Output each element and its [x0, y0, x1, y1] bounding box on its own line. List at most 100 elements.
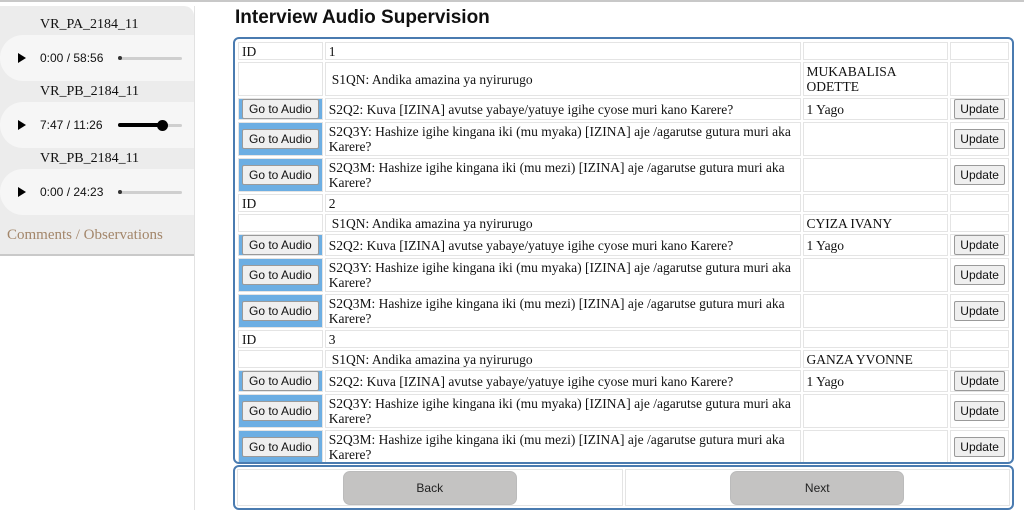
- empty-cell: [950, 214, 1009, 232]
- sidebar: VR_PA_2184_11 0:00 / 58:56 VR_PB_2184_11…: [0, 6, 195, 510]
- play-icon[interactable]: [18, 187, 26, 197]
- audio-item: VR_PB_2184_11 7:47 / 11:26: [0, 83, 194, 148]
- audio-seek-slider[interactable]: [118, 189, 182, 194]
- comments-observations-link[interactable]: Comments / Observations: [0, 227, 194, 244]
- audio-player[interactable]: 0:00 / 24:23: [0, 169, 194, 215]
- audio-time: 7:47 / 11:26: [40, 118, 103, 132]
- audio-title: VR_PA_2184_11: [40, 17, 139, 32]
- update-cell: Update: [950, 234, 1009, 256]
- empty-cell: [802, 42, 949, 60]
- answer-text: [802, 122, 949, 156]
- update-button[interactable]: Update: [954, 371, 1005, 391]
- update-button[interactable]: Update: [954, 129, 1005, 149]
- seek-dot[interactable]: [118, 189, 122, 194]
- audio-seek-slider[interactable]: [118, 55, 182, 60]
- audio-title: VR_PB_2184_11: [40, 84, 140, 99]
- table-row: Go to Audio S2Q2: Kuva [IZINA] avutse yab…: [238, 98, 1009, 120]
- seek-dot[interactable]: [118, 55, 122, 60]
- update-button[interactable]: Update: [954, 165, 1005, 185]
- go-to-audio-button[interactable]: Go to Audio: [242, 235, 319, 255]
- play-icon[interactable]: [18, 120, 26, 130]
- update-cell: Update: [950, 122, 1009, 156]
- question-text: S1QN: Andika amazina ya nyirurugo: [324, 214, 801, 232]
- go-to-audio-button[interactable]: Go to Audio: [242, 437, 319, 457]
- questions-table: ID 1 S1QN: Andika amazina ya nyirurugo MUKA…: [236, 40, 1011, 462]
- empty-cell: [802, 330, 949, 348]
- go-to-audio-button[interactable]: Go to Audio: [242, 99, 319, 119]
- pagination-bar: Back Next: [233, 465, 1014, 510]
- update-button[interactable]: Update: [954, 401, 1005, 421]
- question-text: S2Q3Y: Hashize igihe kingana iki (mu mya…: [324, 122, 801, 156]
- empty-cell: [950, 330, 1009, 348]
- update-button[interactable]: Update: [954, 437, 1005, 457]
- go-to-audio-button[interactable]: Go to Audio: [242, 165, 319, 185]
- table-row: Go to Audio S2Q3Y: Hashize igihe kingana …: [238, 258, 1009, 292]
- play-icon[interactable]: [18, 53, 26, 63]
- answer-text: 1 Yago: [802, 98, 949, 120]
- question-text: S2Q3Y: Hashize igihe kingana iki (mu mya…: [324, 394, 801, 428]
- id-row: ID 3: [238, 330, 1009, 348]
- update-cell: Update: [950, 294, 1009, 328]
- answer-text: [802, 294, 949, 328]
- answer-text: CYIZA IVANY: [802, 214, 949, 232]
- empty-cell: [950, 350, 1009, 368]
- id-value: 3: [324, 330, 801, 348]
- next-button[interactable]: Next: [730, 470, 905, 505]
- question-text: S2Q2: Kuva [IZINA] avutse yabaye/yatuye …: [324, 98, 801, 120]
- go-to-audio-button[interactable]: Go to Audio: [242, 129, 319, 149]
- update-cell: Update: [950, 370, 1009, 392]
- go-to-audio-button[interactable]: Go to Audio: [242, 265, 319, 285]
- audio-panel: VR_PA_2184_11 0:00 / 58:56 VR_PB_2184_11…: [0, 6, 194, 256]
- id-label: ID: [238, 194, 323, 212]
- update-button[interactable]: Update: [954, 265, 1005, 285]
- top-border: [0, 0, 1024, 2]
- id-label: ID: [238, 42, 323, 60]
- goto-cell: Go to Audio: [238, 430, 323, 462]
- update-cell: Update: [950, 394, 1009, 428]
- question-text: S1QN: Andika amazina ya nyirurugo: [324, 62, 801, 96]
- next-cell: Next: [624, 469, 1010, 506]
- go-to-audio-button[interactable]: Go to Audio: [242, 401, 319, 421]
- id-label: ID: [238, 330, 323, 348]
- table-row: S1QN: Andika amazina ya nyirurugo MUKABAL…: [238, 62, 1009, 96]
- go-to-audio-button[interactable]: Go to Audio: [242, 371, 319, 391]
- update-button[interactable]: Update: [954, 301, 1005, 321]
- goto-cell: Go to Audio: [238, 122, 323, 156]
- update-cell: Update: [950, 158, 1009, 192]
- goto-cell: Go to Audio: [238, 98, 323, 120]
- id-row: ID 1: [238, 42, 1009, 60]
- table-row: S1QN: Andika amazina ya nyirurugo GANZA Y…: [238, 350, 1009, 368]
- seek-knob[interactable]: [156, 119, 168, 131]
- go-to-audio-button[interactable]: Go to Audio: [242, 301, 319, 321]
- table-row: Go to Audio S2Q3M: Hashize igihe kingana …: [238, 158, 1009, 192]
- question-text: S2Q3M: Hashize igihe kingana iki (mu mez…: [324, 158, 801, 192]
- question-text: S2Q3Y: Hashize igihe kingana iki (mu mya…: [324, 258, 801, 292]
- audio-player[interactable]: 0:00 / 58:56: [0, 35, 194, 81]
- back-button[interactable]: Back: [342, 470, 517, 505]
- empty-cell: [950, 42, 1009, 60]
- goto-cell: Go to Audio: [238, 294, 323, 328]
- empty-cell: [950, 62, 1009, 96]
- audio-player[interactable]: 7:47 / 11:26: [0, 102, 194, 148]
- answer-text: [802, 158, 949, 192]
- audio-seek-slider[interactable]: [118, 119, 182, 131]
- back-cell: Back: [237, 469, 623, 506]
- empty-cell: [950, 194, 1009, 212]
- answer-text: MUKABALISA ODETTE: [802, 62, 949, 96]
- update-button[interactable]: Update: [954, 99, 1005, 119]
- answer-text: [802, 258, 949, 292]
- question-text: S2Q2: Kuva [IZINA] avutse yabaye/yatuye …: [324, 370, 801, 392]
- answer-text: [802, 394, 949, 428]
- goto-cell: Go to Audio: [238, 394, 323, 428]
- question-text: S2Q3M: Hashize igihe kingana iki (mu mez…: [324, 294, 801, 328]
- audio-time: 0:00 / 24:23: [40, 185, 104, 199]
- table-row: Go to Audio S2Q2: Kuva [IZINA] avutse yab…: [238, 234, 1009, 256]
- table-row: Go to Audio S2Q3M: Hashize igihe kingana …: [238, 430, 1009, 462]
- update-button[interactable]: Update: [954, 235, 1005, 255]
- table-row: Go to Audio S2Q3Y: Hashize igihe kingana …: [238, 122, 1009, 156]
- audio-time: 0:00 / 58:56: [40, 51, 104, 65]
- goto-cell: Go to Audio: [238, 370, 323, 392]
- empty-cell: [238, 214, 323, 232]
- answer-text: [802, 430, 949, 462]
- table-row: Go to Audio S2Q2: Kuva [IZINA] avutse yab…: [238, 370, 1009, 392]
